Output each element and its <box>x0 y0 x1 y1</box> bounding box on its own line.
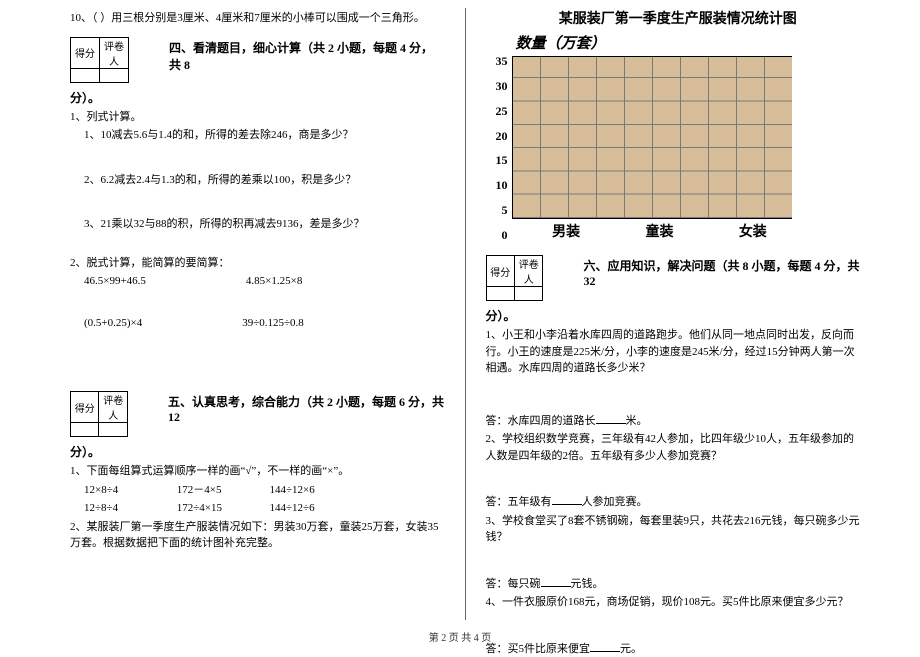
s5-1-row2b: 172÷4×15 <box>177 500 267 517</box>
section-4-header: 得分 评卷人 四、看清题目，细心计算（共 2 小题，每题 4 分，共 8 <box>70 29 445 85</box>
grader-blank[interactable] <box>99 68 128 82</box>
column-divider <box>465 8 466 620</box>
ytick: 30 <box>496 80 508 92</box>
score-label: 得分 <box>71 392 99 423</box>
page: 10、（ ）用三根分别是3厘米、4厘米和7厘米的小棒可以围成一个三角形。 得分 … <box>0 0 920 620</box>
blank-field[interactable] <box>552 504 582 505</box>
blank-field[interactable] <box>590 651 620 652</box>
q6-4: 4、一件衣服原价168元，商场促销，现价108元。买5件比原来便宜多少元？ <box>486 594 861 611</box>
a6-3-suffix: 元钱。 <box>571 578 604 590</box>
s4-1-heading: 1、列式计算。 <box>70 109 445 126</box>
section-4-points-close: 分）。 <box>70 89 445 107</box>
expr-b2: 39÷0.125÷0.8 <box>242 317 304 329</box>
chart-body: 35 30 25 20 15 10 5 0 <box>496 55 861 241</box>
section-5-header: 得分 评卷人 五、认真思考，综合能力（共 2 小题，每题 6 分，共 12 <box>70 383 445 439</box>
a6-3-prefix: 答：每只碗 <box>486 578 541 590</box>
a6-3: 答：每只碗 元钱。 <box>486 576 861 593</box>
x-axis: 男装 童装 女装 <box>520 221 800 241</box>
expr-a1: 46.5×99+46.5 <box>84 275 146 287</box>
s5-1-row1a: 12×8÷4 <box>84 482 174 499</box>
a6-1-suffix: 米。 <box>626 415 648 427</box>
expr-b1: (0.5+0.25)×4 <box>84 317 142 329</box>
right-column: 某服装厂第一季度生产服装情况统计图 数量（万套） 35 30 25 20 15 … <box>486 8 861 620</box>
ytick: 20 <box>496 130 508 142</box>
grader-label: 评卷人 <box>514 256 542 287</box>
a6-2-prefix: 答：五年级有 <box>486 496 552 508</box>
chart-title: 某服装厂第一季度生产服装情况统计图 <box>496 8 861 28</box>
score-blank[interactable] <box>71 423 99 437</box>
grader-label: 评卷人 <box>99 392 127 423</box>
score-label: 得分 <box>486 256 514 287</box>
score-blank[interactable] <box>486 287 514 301</box>
score-box-sec5: 得分 评卷人 <box>70 391 128 437</box>
s5-1-row1b: 172－4×5 <box>177 482 267 499</box>
a6-1: 答：水库四周的道路长 米。 <box>486 413 861 430</box>
section-5-title: 五、认真思考，综合能力（共 2 小题，每题 6 分，共 12 <box>168 393 445 425</box>
grader-blank[interactable] <box>99 423 127 437</box>
xcat: 男装 <box>552 221 580 241</box>
expr-a2: 4.85×1.25×8 <box>246 275 302 287</box>
section-6-title: 六、应用知识，解决问题（共 8 小题，每题 4 分，共 32 <box>583 257 860 289</box>
section-4-title: 四、看清题目，细心计算（共 2 小题，每题 4 分，共 8 <box>169 39 445 73</box>
a6-2: 答：五年级有 人参加竞赛。 <box>486 494 861 511</box>
ytick: 10 <box>496 179 508 191</box>
ytick: 25 <box>496 105 508 117</box>
chart: 某服装厂第一季度生产服装情况统计图 数量（万套） 35 30 25 20 15 … <box>496 8 861 241</box>
ytick: 35 <box>496 55 508 67</box>
xcat: 童装 <box>645 221 673 241</box>
a6-1-prefix: 答：水库四周的道路长 <box>486 415 596 427</box>
score-box-sec6: 得分 评卷人 <box>486 255 544 301</box>
ytick: 5 <box>496 204 508 216</box>
y-axis: 35 30 25 20 15 10 5 0 <box>496 55 512 241</box>
q6-1: 1、小王和小李沿着水库四周的道路跑步。他们从同一地点同时出发，反向而行。小王的速… <box>486 327 861 377</box>
ytick: 15 <box>496 154 508 166</box>
s4-2-heading: 2、脱式计算，能简算的要简算： <box>70 255 445 272</box>
grader-label: 评卷人 <box>99 37 128 68</box>
q6-2: 2、学校组织数学竞赛，三年级有42人参加，比四年级少10人，五年级参加的人数是四… <box>486 431 861 464</box>
expr-row-1: 46.5×99+46.5 4.85×1.25×8 <box>84 275 445 287</box>
chart-grid <box>512 56 792 219</box>
s5-2: 2、某服装厂第一季度生产服装情况如下：男装30万套，童装25万套，女装35万套。… <box>70 519 445 552</box>
s4-1-2: 2、6.2减去2.4与1.3的和，所得的差乘以100，积是多少？ <box>84 172 445 189</box>
s4-1-1: 1、10减去5.6与1.4的和，所得的差去除246，商是多少？ <box>84 127 445 144</box>
ytick: 0 <box>496 229 508 241</box>
a6-4-suffix: 元。 <box>620 643 642 655</box>
a6-4-prefix: 答：买5件比原来便宜 <box>486 643 591 655</box>
page-footer: 第 2 页 共 4 页 <box>0 629 920 644</box>
blank-field[interactable] <box>596 423 626 424</box>
s5-1-row2a: 12÷8÷4 <box>84 500 174 517</box>
q6-3: 3、学校食堂买了8套不锈钢碗，每套里装9只，共花去216元钱，每只碗多少元钱？ <box>486 513 861 546</box>
s5-1: 1、下面每组算式运算顺序一样的画“√”，不一样的画“×”。 <box>70 463 445 480</box>
score-box-sec4: 得分 评卷人 <box>70 37 129 83</box>
blank-field[interactable] <box>541 586 571 587</box>
expr-row-2: (0.5+0.25)×4 39÷0.125÷0.8 <box>84 317 445 329</box>
score-blank[interactable] <box>71 68 100 82</box>
grader-blank[interactable] <box>514 287 542 301</box>
s5-1-row2: 12÷8÷4 172÷4×15 144÷12÷6 <box>84 500 445 517</box>
left-column: 10、（ ）用三根分别是3厘米、4厘米和7厘米的小棒可以围成一个三角形。 得分 … <box>70 8 445 620</box>
q10: 10、（ ）用三根分别是3厘米、4厘米和7厘米的小棒可以围成一个三角形。 <box>70 10 445 27</box>
s5-1-row1c: 144÷12×6 <box>270 482 360 499</box>
score-label: 得分 <box>71 37 100 68</box>
s5-1-row1: 12×8÷4 172－4×5 144÷12×6 <box>84 482 445 499</box>
section-6-points-close: 分）。 <box>486 307 861 325</box>
a6-2-suffix: 人参加竞赛。 <box>582 496 648 508</box>
section-5-points-close: 分）。 <box>70 443 445 461</box>
s4-1-3: 3、21乘以32与88的积，所得的积再减去9136，差是多少？ <box>84 216 445 233</box>
xcat: 女装 <box>739 221 767 241</box>
section-6-header: 得分 评卷人 六、应用知识，解决问题（共 8 小题，每题 4 分，共 32 <box>486 247 861 303</box>
s5-1-row2c: 144÷12÷6 <box>270 500 360 517</box>
chart-ylabel: 数量（万套） <box>516 32 861 53</box>
